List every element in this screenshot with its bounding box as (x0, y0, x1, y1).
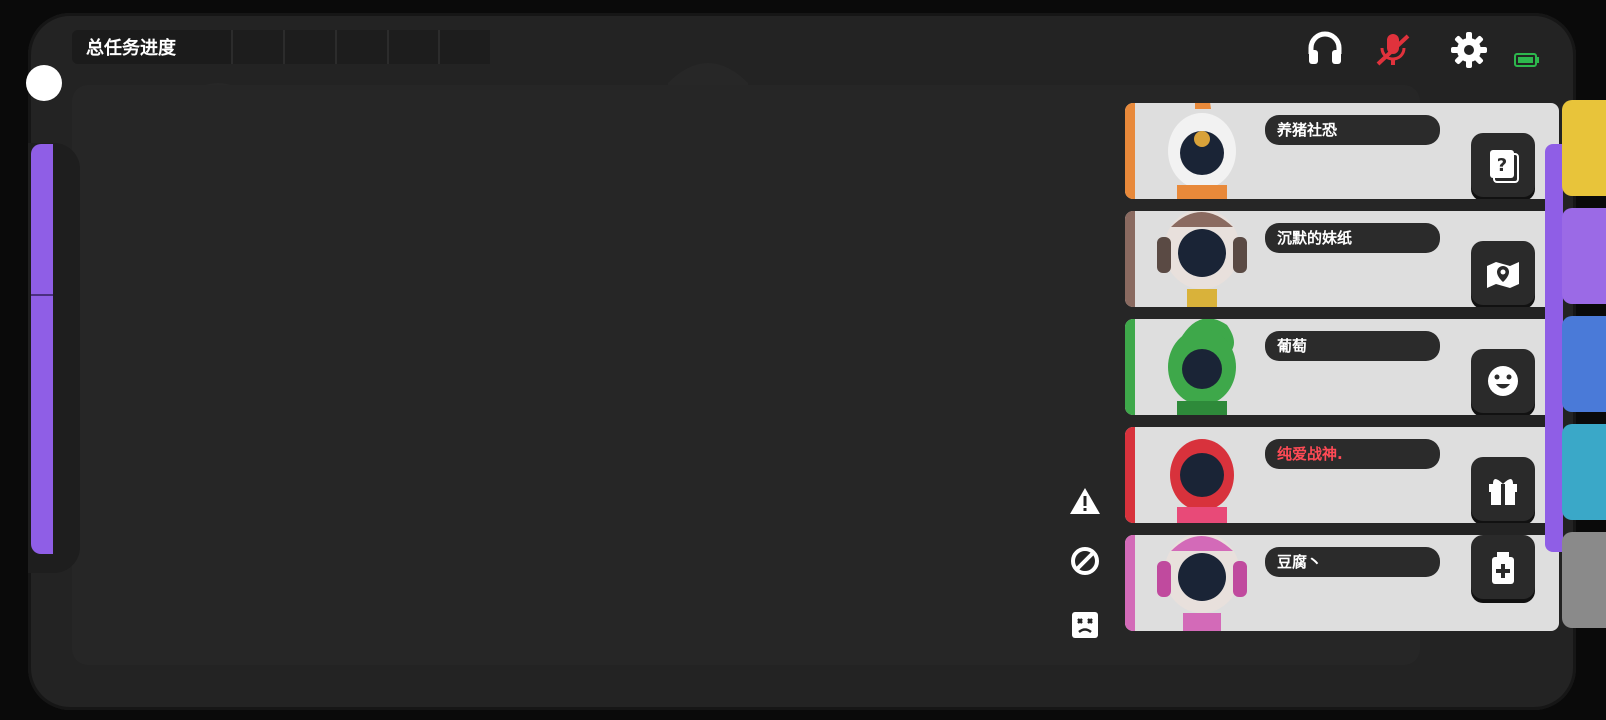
status-indicator (26, 65, 62, 101)
avatar (1168, 319, 1236, 415)
right-column-block[interactable] (1562, 424, 1606, 520)
player-card[interactable]: 养猪社恐 ? (1125, 103, 1559, 199)
left-drawer-tab[interactable] (31, 144, 53, 554)
avatar (1168, 103, 1236, 199)
player-list: 养猪社恐 ? 沉默的妹纸 葡萄 纯爱战神. 豆腐丶 (1125, 103, 1559, 643)
progress-segment (438, 30, 491, 64)
right-column-block[interactable] (1562, 100, 1606, 196)
progress-segment (231, 30, 284, 64)
warning-icon[interactable] (1068, 484, 1102, 518)
ban-icon[interactable] (1068, 544, 1102, 578)
headset-icon[interactable] (1306, 30, 1344, 72)
mic-muted-icon[interactable] (1374, 30, 1412, 72)
player-color-stripe (1125, 211, 1135, 307)
player-card[interactable]: 纯爱战神. (1125, 427, 1559, 523)
player-color-stripe (1125, 427, 1135, 523)
progress-label: 总任务进度 (86, 38, 176, 59)
dead-face-icon[interactable] (1068, 608, 1102, 642)
player-card[interactable]: 葡萄 (1125, 319, 1559, 415)
medkit-icon[interactable] (1471, 535, 1535, 599)
right-column-block[interactable] (1562, 532, 1606, 628)
player-name: 养猪社恐 (1265, 115, 1440, 145)
map-pin-icon[interactable] (1471, 241, 1535, 305)
avatar (1157, 211, 1247, 307)
player-name: 纯爱战神. (1265, 439, 1440, 469)
svg-text:?: ? (1497, 155, 1507, 176)
avatar (1157, 535, 1247, 631)
player-name: 葡萄 (1265, 331, 1440, 361)
tab-divider (31, 294, 53, 296)
player-name: 沉默的妹纸 (1265, 223, 1440, 253)
avatar (1170, 439, 1234, 523)
right-column-block[interactable] (1562, 208, 1606, 304)
player-color-stripe (1125, 319, 1135, 415)
player-card[interactable]: 沉默的妹纸 (1125, 211, 1559, 307)
progress-segment (386, 30, 439, 64)
player-color-stripe (1125, 535, 1135, 631)
gear-icon[interactable] (1449, 30, 1489, 74)
task-progress-bar: 总任务进度 (72, 30, 491, 64)
question-card-icon[interactable]: ? (1471, 133, 1535, 197)
battery-icon (1514, 52, 1540, 72)
progress-segment (334, 30, 387, 64)
player-card[interactable]: 豆腐丶 (1125, 535, 1559, 631)
right-drawer-tab[interactable] (1545, 144, 1563, 552)
progress-segment (283, 30, 335, 64)
gift-icon[interactable] (1471, 457, 1535, 521)
player-name: 豆腐丶 (1265, 547, 1440, 577)
emoji-icon[interactable] (1471, 349, 1535, 413)
player-color-stripe (1125, 103, 1135, 199)
right-column-block[interactable] (1562, 316, 1606, 412)
